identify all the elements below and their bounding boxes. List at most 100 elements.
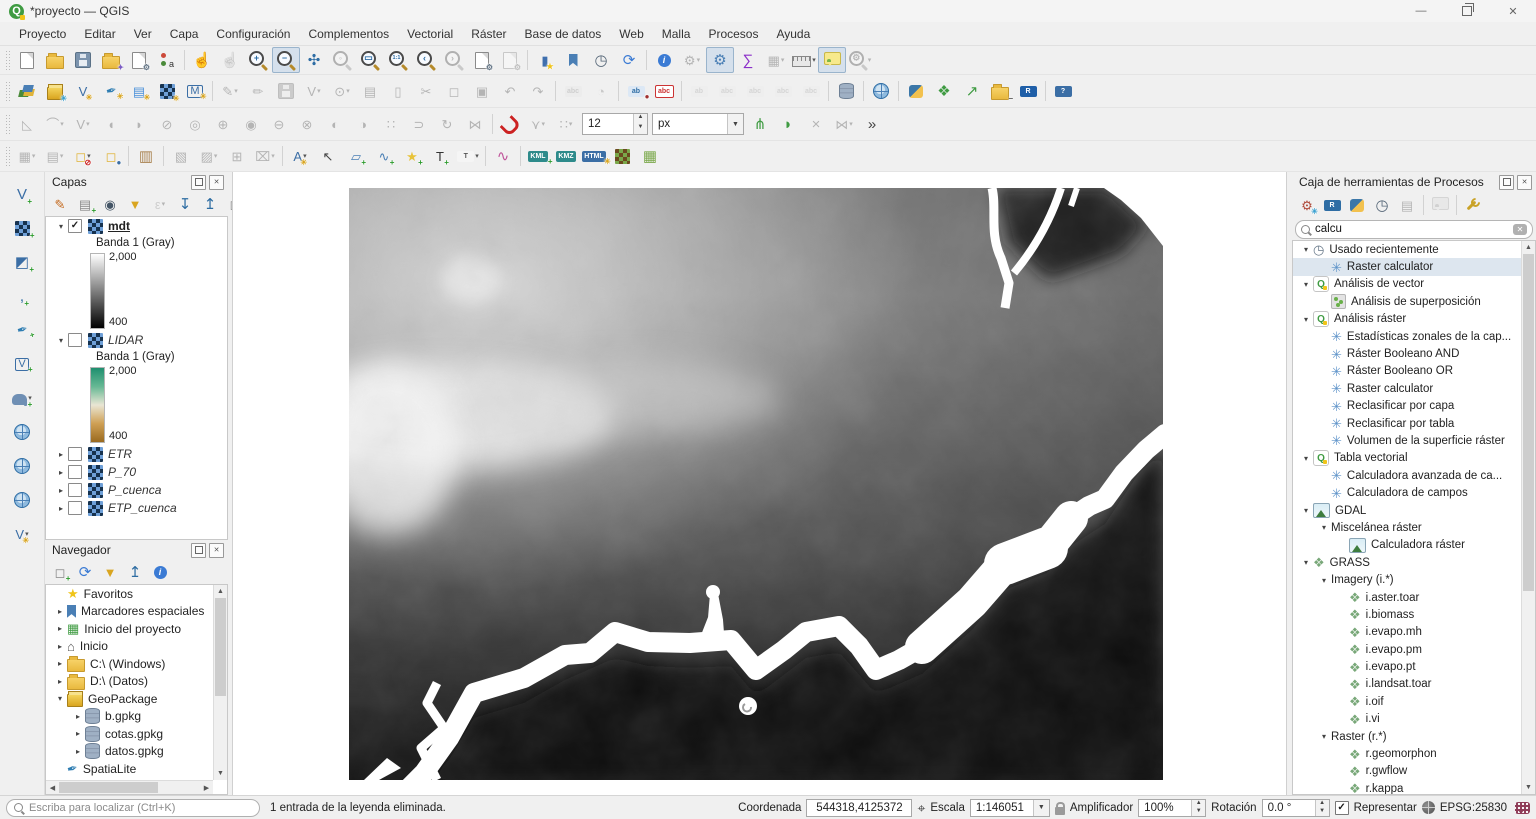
- add-spatialite-layer-button[interactable]: +: [7, 316, 37, 344]
- new-spatial-bookmark-button[interactable]: ▮★: [531, 47, 559, 73]
- toolbox-item-volumen-de-la-superficie-r-ster[interactable]: ✳Volumen de la superficie ráster: [1293, 432, 1521, 449]
- dropdown-arrow-icon[interactable]: ▾: [697, 56, 701, 64]
- grass-tools-button[interactable]: ❖: [930, 78, 958, 104]
- expander-icon[interactable]: ▾: [1299, 558, 1313, 567]
- toolbox-item-raster-calculator[interactable]: ✳Raster calculator: [1293, 380, 1521, 397]
- add-wms-wmts-layer-button[interactable]: +: [7, 418, 37, 446]
- data-source-manager-button[interactable]: [13, 78, 41, 104]
- add-raster-layer-button[interactable]: +: [7, 214, 37, 242]
- toolbox-float-button[interactable]: [1499, 175, 1514, 190]
- new-temporary-scratch-layer-button[interactable]: ▤✳: [125, 78, 153, 104]
- elevation-profile-button[interactable]: ∿: [489, 143, 517, 169]
- history-button-button[interactable]: ◷: [1370, 194, 1394, 216]
- scroll-down-arrow[interactable]: ▼: [214, 767, 227, 780]
- layer-item-mdt[interactable]: ▾✓mdt: [46, 217, 227, 235]
- browser-item-cotas-gpkg[interactable]: ▸cotas.gpkg: [46, 725, 213, 743]
- dropdown-arrow-icon[interactable]: ▾: [475, 152, 479, 160]
- toolbar-drag-handle[interactable]: [5, 50, 10, 70]
- menu-base-de-datos[interactable]: Base de datos: [516, 24, 611, 44]
- identify-features-button[interactable]: [650, 47, 678, 73]
- toolbox-item-an-lisis-r-ster[interactable]: ▾Análisis ráster: [1293, 311, 1521, 328]
- select-annotation-button[interactable]: ↖: [314, 143, 342, 169]
- project-properties-button[interactable]: ⚙: [125, 47, 153, 73]
- temporal-controller-button[interactable]: ◷: [587, 47, 615, 73]
- metasearch-catalog-button[interactable]: [867, 78, 895, 104]
- clear-search-button[interactable]: ✕: [1513, 224, 1527, 235]
- expander-icon[interactable]: ▾: [1299, 506, 1313, 515]
- toolbox-item-i-evapo-pm[interactable]: ❖i.evapo.pm: [1293, 641, 1521, 658]
- toolbar-drag-handle[interactable]: [5, 81, 10, 101]
- expander-icon[interactable]: ▸: [71, 729, 85, 738]
- rgis-plugin-button[interactable]: R: [1014, 78, 1042, 104]
- raster-tools-plugin-button[interactable]: [608, 143, 636, 169]
- toolbox-item-grass[interactable]: ▾❖GRASS: [1293, 554, 1521, 571]
- new-geopackage-layer-button[interactable]: ✳: [41, 78, 69, 104]
- refresh-browser-button[interactable]: ⟳: [73, 561, 97, 583]
- layer-visibility-checkbox[interactable]: ✓: [68, 219, 82, 233]
- browser-item-d-datos[interactable]: ▸D:\ (Datos): [46, 673, 213, 691]
- snapping-tolerance-input[interactable]: 12▲▼: [582, 113, 648, 135]
- expander-icon[interactable]: ▸: [54, 450, 68, 459]
- zoom-out-button[interactable]: −: [272, 47, 300, 73]
- processing-toolbox-toggle-button[interactable]: ⚙: [706, 47, 734, 73]
- filter-browser-button[interactable]: ▼: [98, 561, 122, 583]
- toolbar-extension-button[interactable]: »: [858, 111, 886, 137]
- dropdown-arrow-icon[interactable]: ▾: [812, 56, 816, 64]
- expander-icon[interactable]: ▸: [53, 607, 67, 616]
- scroll-up-arrow[interactable]: ▲: [214, 585, 227, 598]
- browser-item-c-windows[interactable]: ▸C:\ (Windows): [46, 655, 213, 673]
- menu-proyecto[interactable]: Proyecto: [10, 24, 75, 44]
- new-virtual-raster-layer-button[interactable]: ✳: [153, 78, 181, 104]
- dropdown-arrow-icon[interactable]: ▾: [317, 87, 321, 95]
- crs-globe-icon[interactable]: [1422, 801, 1435, 814]
- dropdown-arrow-icon[interactable]: ▾: [781, 56, 785, 64]
- expander-icon[interactable]: ▾: [1317, 523, 1331, 532]
- browser-item-geopackage[interactable]: ▾GeoPackage: [46, 690, 213, 708]
- dropdown-arrow-icon[interactable]: ▾: [214, 152, 218, 160]
- toolbox-item-r-gwflow[interactable]: ❖r.gwflow: [1293, 763, 1521, 780]
- browser-vertical-scrollbar[interactable]: ▲ ▼: [213, 585, 227, 780]
- scrollbar-thumb[interactable]: [59, 782, 158, 793]
- new-shapefile-layer-button[interactable]: V✳: [69, 78, 97, 104]
- dropdown-arrow-icon[interactable]: ▾: [60, 152, 64, 160]
- expander-icon[interactable]: ▾: [1299, 454, 1313, 463]
- scrollbar-thumb[interactable]: [1523, 254, 1534, 591]
- help-contents-button[interactable]: ?: [1049, 78, 1077, 104]
- new-project-button[interactable]: [13, 47, 41, 73]
- dropdown-arrow-icon[interactable]: ▾: [849, 120, 853, 128]
- zip-layers-tool-button[interactable]: −: [986, 78, 1014, 104]
- options-button-button[interactable]: [1461, 194, 1485, 216]
- add-delimited-text-layer-button[interactable]: ,+: [7, 282, 37, 310]
- manage-map-themes-button[interactable]: ◉: [98, 193, 122, 215]
- scroll-down-arrow[interactable]: ▼: [1522, 781, 1535, 794]
- mouse-tracking-icon[interactable]: ⌖: [917, 801, 925, 815]
- chevron-down-icon[interactable]: ▼: [1033, 800, 1049, 816]
- toolbar-drag-handle[interactable]: [5, 114, 10, 134]
- toolbox-item-r-geomorphon[interactable]: ❖r.geomorphon: [1293, 745, 1521, 762]
- pin-labels-button[interactable]: ab●: [622, 78, 650, 104]
- zoom-native-resolution-button[interactable]: 1:1: [384, 47, 412, 73]
- add-virtual-layer-button[interactable]: V+: [7, 350, 37, 378]
- text-annotation-button[interactable]: T+: [426, 143, 454, 169]
- map-tips-button[interactable]: [818, 47, 846, 73]
- expander-icon[interactable]: ▸: [54, 504, 68, 513]
- expander-icon[interactable]: ▾: [1299, 315, 1313, 324]
- dropdown-arrow-icon[interactable]: ▾: [162, 200, 166, 208]
- browser-panel-float-button[interactable]: [191, 543, 206, 558]
- select-by-location-button[interactable]: ◻●: [97, 143, 125, 169]
- dropdown-arrow-icon[interactable]: ▾: [569, 120, 573, 128]
- r-scripts-menu-button[interactable]: R: [1320, 194, 1344, 216]
- filter-legend-button[interactable]: ▼: [123, 193, 147, 215]
- spin-arrows[interactable]: ▲▼: [1191, 800, 1205, 816]
- add-vector-layer-button[interactable]: V+: [7, 180, 37, 208]
- add-postgis-layer-button[interactable]: +▾: [7, 384, 37, 412]
- toolbox-item-an-lisis-de-vector[interactable]: ▾Análisis de vector: [1293, 276, 1521, 293]
- dropdown-arrow-icon[interactable]: ▾: [60, 120, 64, 128]
- expander-icon[interactable]: ▾: [1299, 280, 1313, 289]
- spin-arrows[interactable]: ▲▼: [633, 114, 647, 134]
- menu-configuraci-n[interactable]: Configuración: [207, 24, 299, 44]
- avoid-overlap-button[interactable]: ◗: [774, 111, 802, 137]
- new-shapefile-layer-button[interactable]: V✳▾: [7, 520, 37, 548]
- db-manager-button[interactable]: [832, 78, 860, 104]
- toolbox-item-calculadora-de-campos[interactable]: ✳Calculadora de campos: [1293, 484, 1521, 501]
